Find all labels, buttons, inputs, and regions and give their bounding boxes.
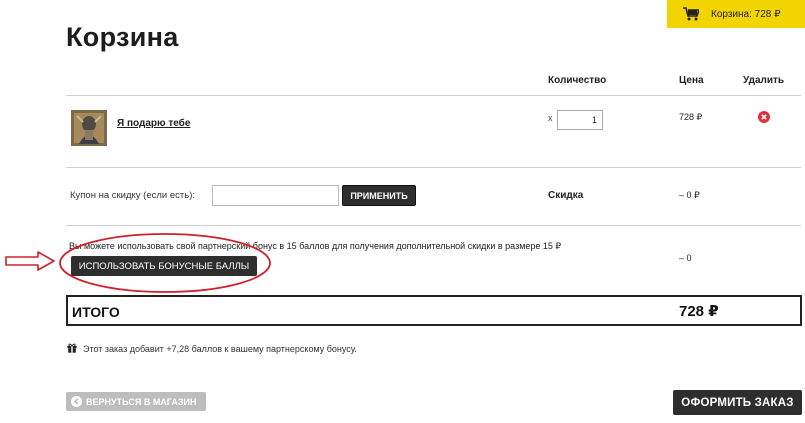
gift-icon <box>67 343 77 353</box>
column-header-price: Цена <box>679 75 704 86</box>
shopping-cart-icon <box>683 7 699 21</box>
cart-summary-text: Корзина: 728 ₽ <box>711 8 781 20</box>
column-header-quantity: Количество <box>548 75 607 86</box>
divider <box>66 95 801 96</box>
arrow-left-circle-icon <box>71 396 82 407</box>
discount-label: Скидка <box>548 190 584 201</box>
annotation-ellipse <box>59 233 271 293</box>
column-header-remove: Удалить <box>743 75 785 86</box>
page-title: Корзина <box>66 22 179 52</box>
product-name-link[interactable]: Я подарю тебе <box>117 118 190 129</box>
discount-value: – 0 ₽ <box>679 190 700 200</box>
divider <box>66 225 801 226</box>
remove-item-icon[interactable] <box>758 111 770 123</box>
product-thumbnail[interactable] <box>71 110 107 146</box>
divider <box>66 167 801 168</box>
total-label: ИТОГО <box>72 304 120 320</box>
annotation-highlight <box>5 233 271 293</box>
quantity-input[interactable] <box>557 110 603 130</box>
coupon-input[interactable] <box>212 185 339 206</box>
cart-summary-badge[interactable]: Корзина: 728 ₽ <box>667 0 805 28</box>
total-value: 728 ₽ <box>679 303 719 320</box>
bonus-discount-value: – 0 <box>679 253 692 263</box>
checkout-button[interactable]: ОФОРМИТЬ ЗАКАЗ <box>673 390 802 415</box>
annotation-arrow-icon <box>5 251 55 271</box>
quantity-multiplier: x <box>548 113 553 123</box>
back-to-shop-label: ВЕРНУТЬСЯ В МАГАЗИН <box>86 396 197 407</box>
item-price: 728 ₽ <box>679 112 703 122</box>
back-to-shop-button[interactable]: ВЕРНУТЬСЯ В МАГАЗИН <box>66 392 206 411</box>
apply-coupon-button[interactable]: ПРИМЕНИТЬ <box>342 185 416 206</box>
bonus-earned-note: Этот заказ добавит +7,28 баллов к вашему… <box>83 344 357 354</box>
coupon-label: Купон на скидку (если есть): <box>70 190 195 201</box>
